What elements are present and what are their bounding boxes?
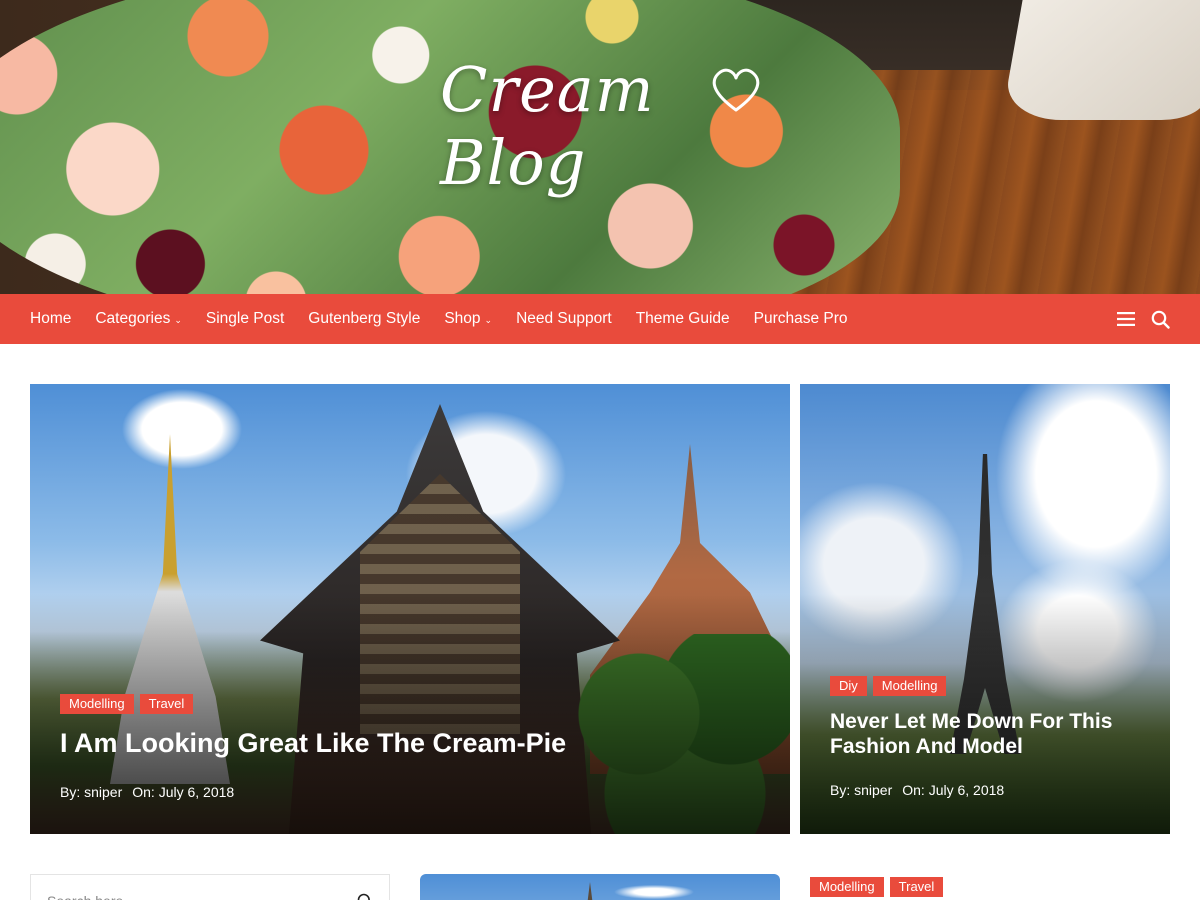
featured-post-body: Diy Modelling Never Let Me Down For This… [830,676,1140,798]
post-title[interactable]: I Am Looking Great Like The Cream-Pie [60,728,760,760]
tag-diy[interactable]: Diy [830,676,867,696]
nav-item-need-support[interactable]: Need Support [516,310,612,328]
featured-post-body: Modelling Travel I Am Looking Great Like… [60,694,760,800]
nav-item-label: Purchase Pro [753,310,848,327]
nav-item-gutenberg-style[interactable]: Gutenberg Style [308,310,420,328]
nav-item-single-post[interactable]: Single Post [206,310,284,328]
post-author[interactable]: By: sniper [60,784,122,800]
tag-travel[interactable]: Travel [139,694,194,714]
tag-travel[interactable]: Travel [889,877,944,897]
tag-modelling[interactable]: Modelling [872,676,947,696]
banner-lamp [1001,0,1200,120]
search-icon[interactable] [1150,309,1170,329]
nav-item-label: Gutenberg Style [308,310,421,327]
tag-modelling[interactable]: Modelling [60,694,134,714]
nav-item-categories[interactable]: Categories ⌄ [95,310,182,328]
chevron-down-icon: ⌄ [484,314,493,325]
featured-post-card[interactable]: Diy Modelling Never Let Me Down For This… [800,384,1170,834]
search-input[interactable] [47,893,357,900]
post-meta: By: sniper On: July 6, 2018 [830,782,1140,798]
post-tags: Modelling Travel [60,694,760,714]
menu-icon[interactable] [1116,309,1136,329]
sidebar-search [30,874,390,900]
nav-item-label: Theme Guide [635,310,730,327]
nav-item-shop[interactable]: Shop ⌄ [444,310,492,328]
chevron-down-icon: ⌄ [174,314,182,325]
heart-icon [712,68,760,112]
nav-item-label: Need Support [516,310,612,327]
post-title[interactable]: Never Let Me Down For This Fashion And M… [830,710,1140,760]
header-banner: Cream Blog [0,0,1200,294]
nav-item-label: Home [30,310,72,327]
nav-item-label: Single Post [205,310,285,327]
post-thumbnail[interactable] [420,874,780,900]
nav-item-purchase-pro[interactable]: Purchase Pro [754,310,848,328]
site-logo[interactable]: Cream Blog [440,53,780,199]
nav-item-theme-guide[interactable]: Theme Guide [636,310,730,328]
nav-item-label: Categories [95,310,171,327]
tag-modelling[interactable]: Modelling [810,877,884,897]
search-icon[interactable] [357,893,373,900]
post-date[interactable]: On: July 6, 2018 [132,784,234,800]
post-author[interactable]: By: sniper [830,782,892,798]
main-navigation: Home Categories ⌄ Single Post Gutenberg … [0,294,1200,344]
post-tags: Diy Modelling [830,676,1140,696]
post-tags: Modelling Travel [810,877,944,897]
post-meta: By: sniper On: July 6, 2018 [60,784,760,800]
nav-item-home[interactable]: Home [30,310,71,328]
post-date[interactable]: On: July 6, 2018 [902,782,1004,798]
featured-post-card[interactable]: Modelling Travel I Am Looking Great Like… [30,384,790,834]
image-spire [585,882,595,900]
nav-item-label: Shop [444,310,481,327]
